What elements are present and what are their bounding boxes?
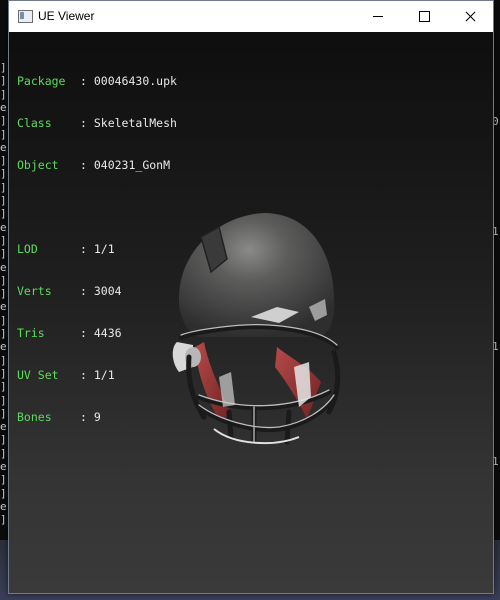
app-window-icon — [18, 10, 33, 23]
info-package: Package: 00046430.upk — [17, 74, 177, 88]
window-title: UE Viewer — [38, 9, 95, 23]
info-verts: Verts : 3004 — [17, 284, 122, 298]
info-tris: Tris : 4436 — [17, 326, 122, 340]
verts-value: 3004 — [93, 284, 122, 298]
minimize-button[interactable] — [355, 1, 401, 32]
close-button[interactable] — [447, 1, 493, 32]
helmet-mesh-render[interactable] — [159, 207, 349, 447]
3d-viewport[interactable]: Package: 00046430.upk Class : SkeletalMe… — [9, 32, 493, 593]
package-value: 00046430.upk — [93, 74, 177, 88]
bones-value: 9 — [93, 410, 101, 424]
tris-value: 4436 — [93, 326, 122, 340]
ue-viewer-window[interactable]: UE Viewer Package: 00046430.upk Class : … — [8, 0, 494, 594]
info-class: Class : SkeletalMesh — [17, 116, 177, 130]
object-value: 040231_GonM — [93, 158, 171, 172]
title-bar[interactable]: UE Viewer — [9, 1, 493, 32]
lod-value: 1/1 — [93, 242, 115, 256]
info-uvset: UV Set : 1/1 — [17, 368, 115, 382]
mesh-info-panel: Package: 00046430.upk Class : SkeletalMe… — [17, 46, 177, 452]
info-object: Object : 040231_GonM — [17, 158, 171, 172]
uvset-value: 1/1 — [93, 368, 115, 382]
class-value: SkeletalMesh — [93, 116, 177, 130]
info-lod: LOD : 1/1 — [17, 242, 115, 256]
info-bones: Bones : 9 — [17, 410, 101, 424]
maximize-button[interactable] — [401, 1, 447, 32]
